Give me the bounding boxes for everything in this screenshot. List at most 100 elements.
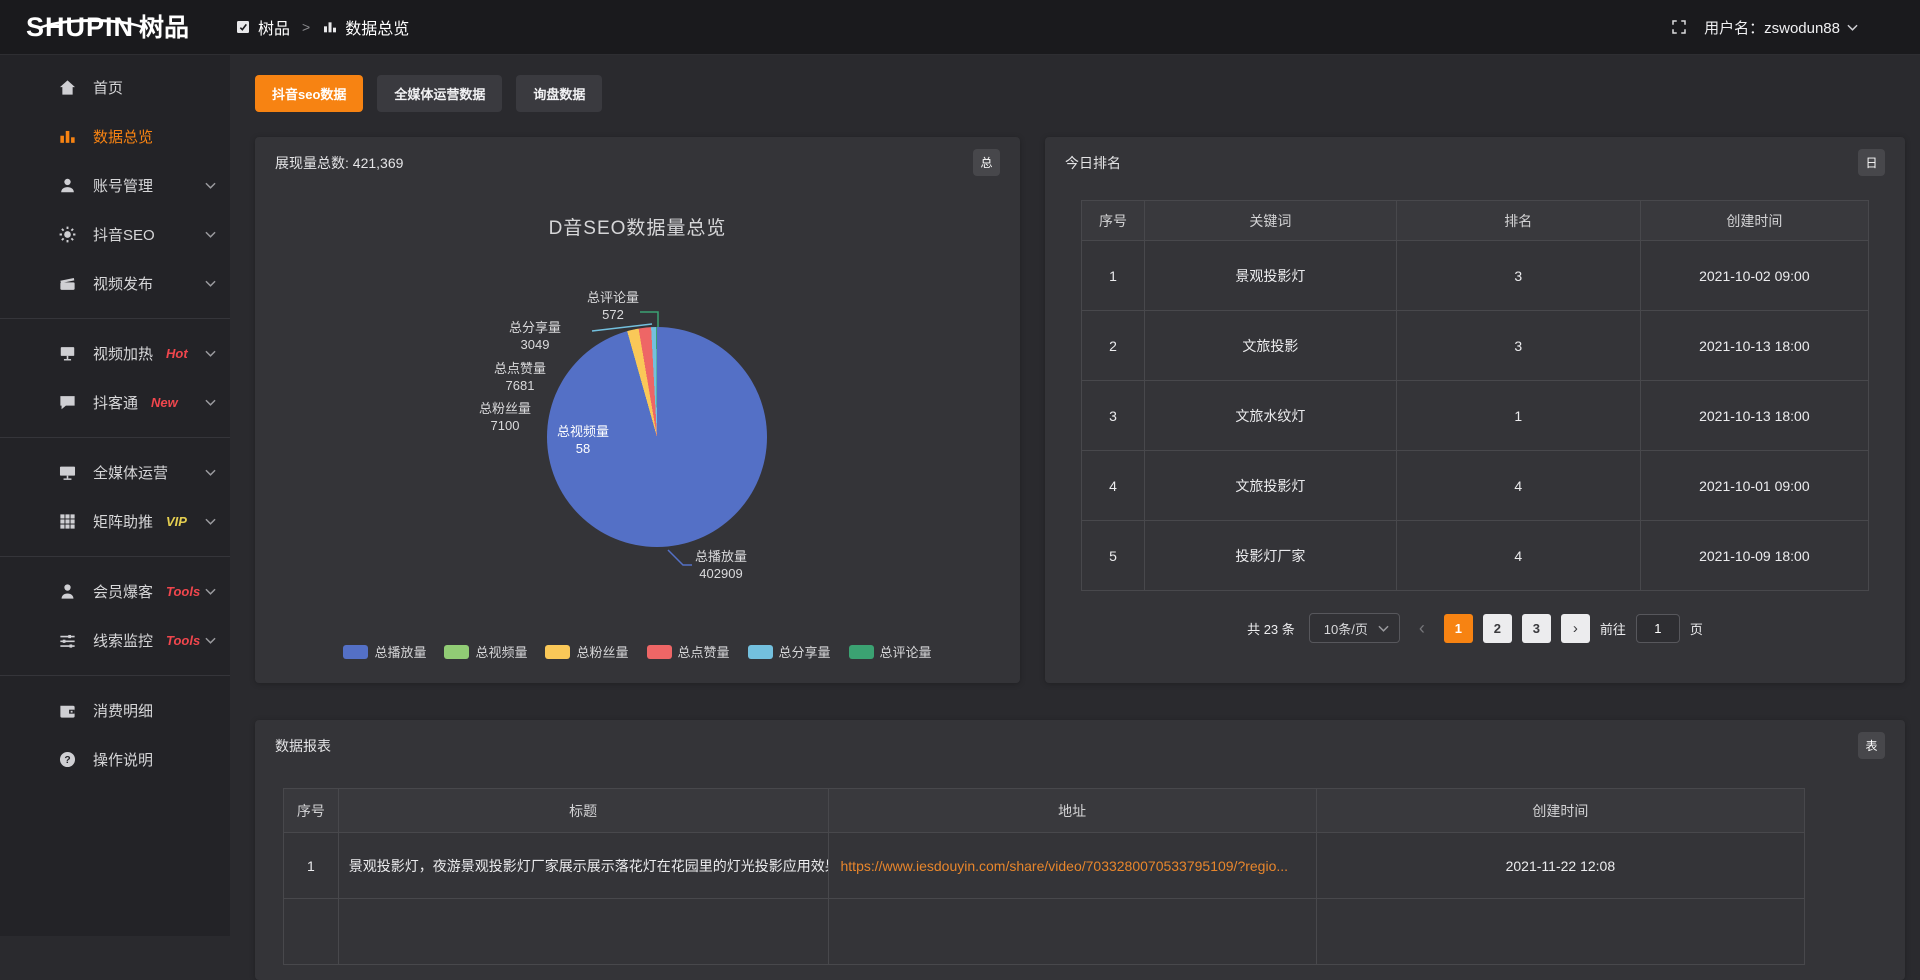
sidebar-item-lead-monitor[interactable]: 线索监控 Tools (0, 616, 230, 665)
overview-panel: 展现量总数: 421,369 总 D音SEO数据量总览 总评论量 572 (255, 137, 1020, 683)
breadcrumb-current[interactable]: 数据总览 (345, 15, 409, 39)
breadcrumb-separator: > (302, 19, 310, 35)
sidebar-item-home[interactable]: 首页 (0, 63, 230, 112)
fullscreen-icon[interactable] (1670, 18, 1688, 36)
breadcrumb-root[interactable]: 树品 (258, 15, 290, 39)
sidebar-item-label: 视频加热 (93, 343, 153, 364)
sidebar-item-label: 抖音SEO (93, 224, 155, 245)
table-cell: 2021-10-13 18:00 (1640, 381, 1868, 451)
report-panel: 数据报表 表 序号 标题 地址 创建时间 1景观投影灯，夜游景观投影灯厂家展示展… (255, 720, 1905, 980)
sidebar-item-douketong[interactable]: 抖客通 New (0, 378, 230, 427)
legend-item[interactable]: 总粉丝量 (545, 642, 628, 661)
table-cell: 文旅投影灯 (1144, 451, 1396, 521)
table-badge-button[interactable]: 表 (1858, 732, 1885, 759)
video-link[interactable]: https://www.iesdouyin.com/share/video/70… (828, 833, 1316, 899)
tab-inquiry-data[interactable]: 询盘数据 (516, 75, 602, 112)
next-page-button[interactable]: › (1561, 614, 1590, 643)
chevron-down-icon (205, 469, 216, 476)
table-cell: 文旅水纹灯 (1144, 381, 1396, 451)
sidebar-item-douyin-seo[interactable]: 抖音SEO (0, 210, 230, 259)
table-cell: 投影灯厂家 (1144, 521, 1396, 591)
prev-page-button[interactable]: ‹ (1410, 614, 1434, 643)
sidebar-item-label: 矩阵助推 (93, 511, 153, 532)
user-menu[interactable]: 用户名：zswodun88 (1704, 17, 1858, 38)
sidebar-item-matrix-boost[interactable]: 矩阵助推 VIP (0, 497, 230, 546)
topbar-right: 用户名：zswodun88 (1670, 17, 1858, 38)
legend-swatch (545, 645, 570, 659)
chevron-down-icon (205, 588, 216, 595)
tools-badge: Tools (166, 633, 200, 648)
page-button-2[interactable]: 2 (1483, 614, 1512, 643)
table-header-row: 序号 关键词 排名 创建时间 (1082, 201, 1869, 241)
goto-page-input[interactable] (1636, 614, 1680, 643)
user-icon (58, 176, 77, 195)
legend-item[interactable]: 总评论量 (849, 642, 932, 661)
table-cell: 1 (284, 833, 339, 899)
sidebar-item-label: 数据总览 (93, 126, 153, 147)
table-cell (338, 899, 828, 965)
sidebar-item-label: 全媒体运营 (93, 462, 168, 483)
overview-panel-title: 展现量总数: 421,369 (255, 137, 1020, 173)
legend-item[interactable]: 总视频量 (444, 642, 527, 661)
sidebar-item-expense-detail[interactable]: 消费明细 (0, 686, 230, 735)
screen-stand-icon (58, 344, 77, 363)
chevron-down-icon (205, 518, 216, 525)
column-header: 序号 (284, 789, 339, 833)
total-count-label: 共 23 条 (1247, 619, 1295, 638)
sidebar-item-member-burst[interactable]: 会员爆客 Tools (0, 567, 230, 616)
tab-omni-media-data[interactable]: 全媒体运营数据 (377, 75, 502, 112)
app-logo: SHUPIN 树品 (0, 14, 230, 41)
person-icon (58, 582, 77, 601)
table-cell: 2021-10-01 09:00 (1640, 451, 1868, 521)
report-table: 序号 标题 地址 创建时间 1景观投影灯，夜游景观投影灯厂家展示展示落花灯在花园… (283, 788, 1805, 965)
tab-douyin-seo-data[interactable]: 抖音seo数据 (255, 75, 363, 112)
table-cell: 景观投影灯，夜游景观投影灯厂家展示展示落花灯在花园里的灯光投影应用效果 # (338, 833, 828, 899)
tools-badge: Tools (166, 584, 200, 599)
legend-item[interactable]: 总分享量 (748, 642, 831, 661)
page-button-3[interactable]: 3 (1522, 614, 1551, 643)
total-badge-button[interactable]: 总 (973, 149, 1000, 176)
page-button-1[interactable]: 1 (1444, 614, 1473, 643)
table-row (284, 899, 1805, 965)
data-tabs: 抖音seo数据 全媒体运营数据 询盘数据 (255, 75, 1920, 112)
legend-item[interactable]: 总点赞量 (647, 642, 730, 661)
sidebar-divider (0, 675, 230, 676)
table-cell: 景观投影灯 (1144, 241, 1396, 311)
page-size-select[interactable]: 10条/页 (1309, 613, 1400, 643)
chevron-down-icon (205, 182, 216, 189)
table-cell: 1 (1396, 381, 1640, 451)
sidebar-item-data-overview[interactable]: 数据总览 (0, 112, 230, 161)
column-header: 序号 (1082, 201, 1145, 241)
legend-item[interactable]: 总播放量 (343, 642, 426, 661)
table-row: 4文旅投影灯42021-10-01 09:00 (1082, 451, 1869, 521)
checked-square-icon (235, 19, 251, 35)
sidebar-item-video-heat[interactable]: 视频加热 Hot (0, 329, 230, 378)
main-content: 抖音seo数据 全媒体运营数据 询盘数据 展现量总数: 421,369 总 D音… (230, 55, 1920, 980)
sidebar-item-video-publish[interactable]: 视频发布 (0, 259, 230, 308)
sidebar-item-label: 首页 (93, 77, 123, 98)
sidebar-item-label: 会员爆客 (93, 581, 153, 602)
video-camera-icon (58, 274, 77, 293)
goto-label: 前往 (1600, 619, 1626, 638)
legend-swatch (647, 645, 672, 659)
chevron-down-icon (205, 231, 216, 238)
table-cell: 文旅投影 (1144, 311, 1396, 381)
day-badge-button[interactable]: 日 (1858, 149, 1885, 176)
gear-icon (58, 225, 77, 244)
page-unit-label: 页 (1690, 619, 1703, 638)
column-header: 地址 (828, 789, 1316, 833)
breadcrumb: 树品 > 数据总览 (235, 15, 409, 39)
sidebar-item-account[interactable]: 账号管理 (0, 161, 230, 210)
chart-legend: 总播放量 总视频量 总粉丝量 总点赞量 总分享量 总评论量 (255, 642, 1020, 661)
table-cell: 3 (1082, 381, 1145, 451)
monitor-icon (58, 463, 77, 482)
pie-chart: D音SEO数据量总览 总评论量 572 总分享量 3049 (255, 185, 1020, 683)
chevron-down-icon (205, 350, 216, 357)
pagination: 共 23 条 10条/页 ‹ 1 2 3 › 前往 页 (1045, 613, 1905, 643)
table-cell: 4 (1396, 521, 1640, 591)
table-cell: 1 (1082, 241, 1145, 311)
sidebar-item-help[interactable]: ? 操作说明 (0, 735, 230, 784)
table-cell (284, 899, 339, 965)
pie-label-plays: 总播放量 402909 (666, 548, 776, 582)
sidebar-item-omni-media[interactable]: 全媒体运营 (0, 448, 230, 497)
